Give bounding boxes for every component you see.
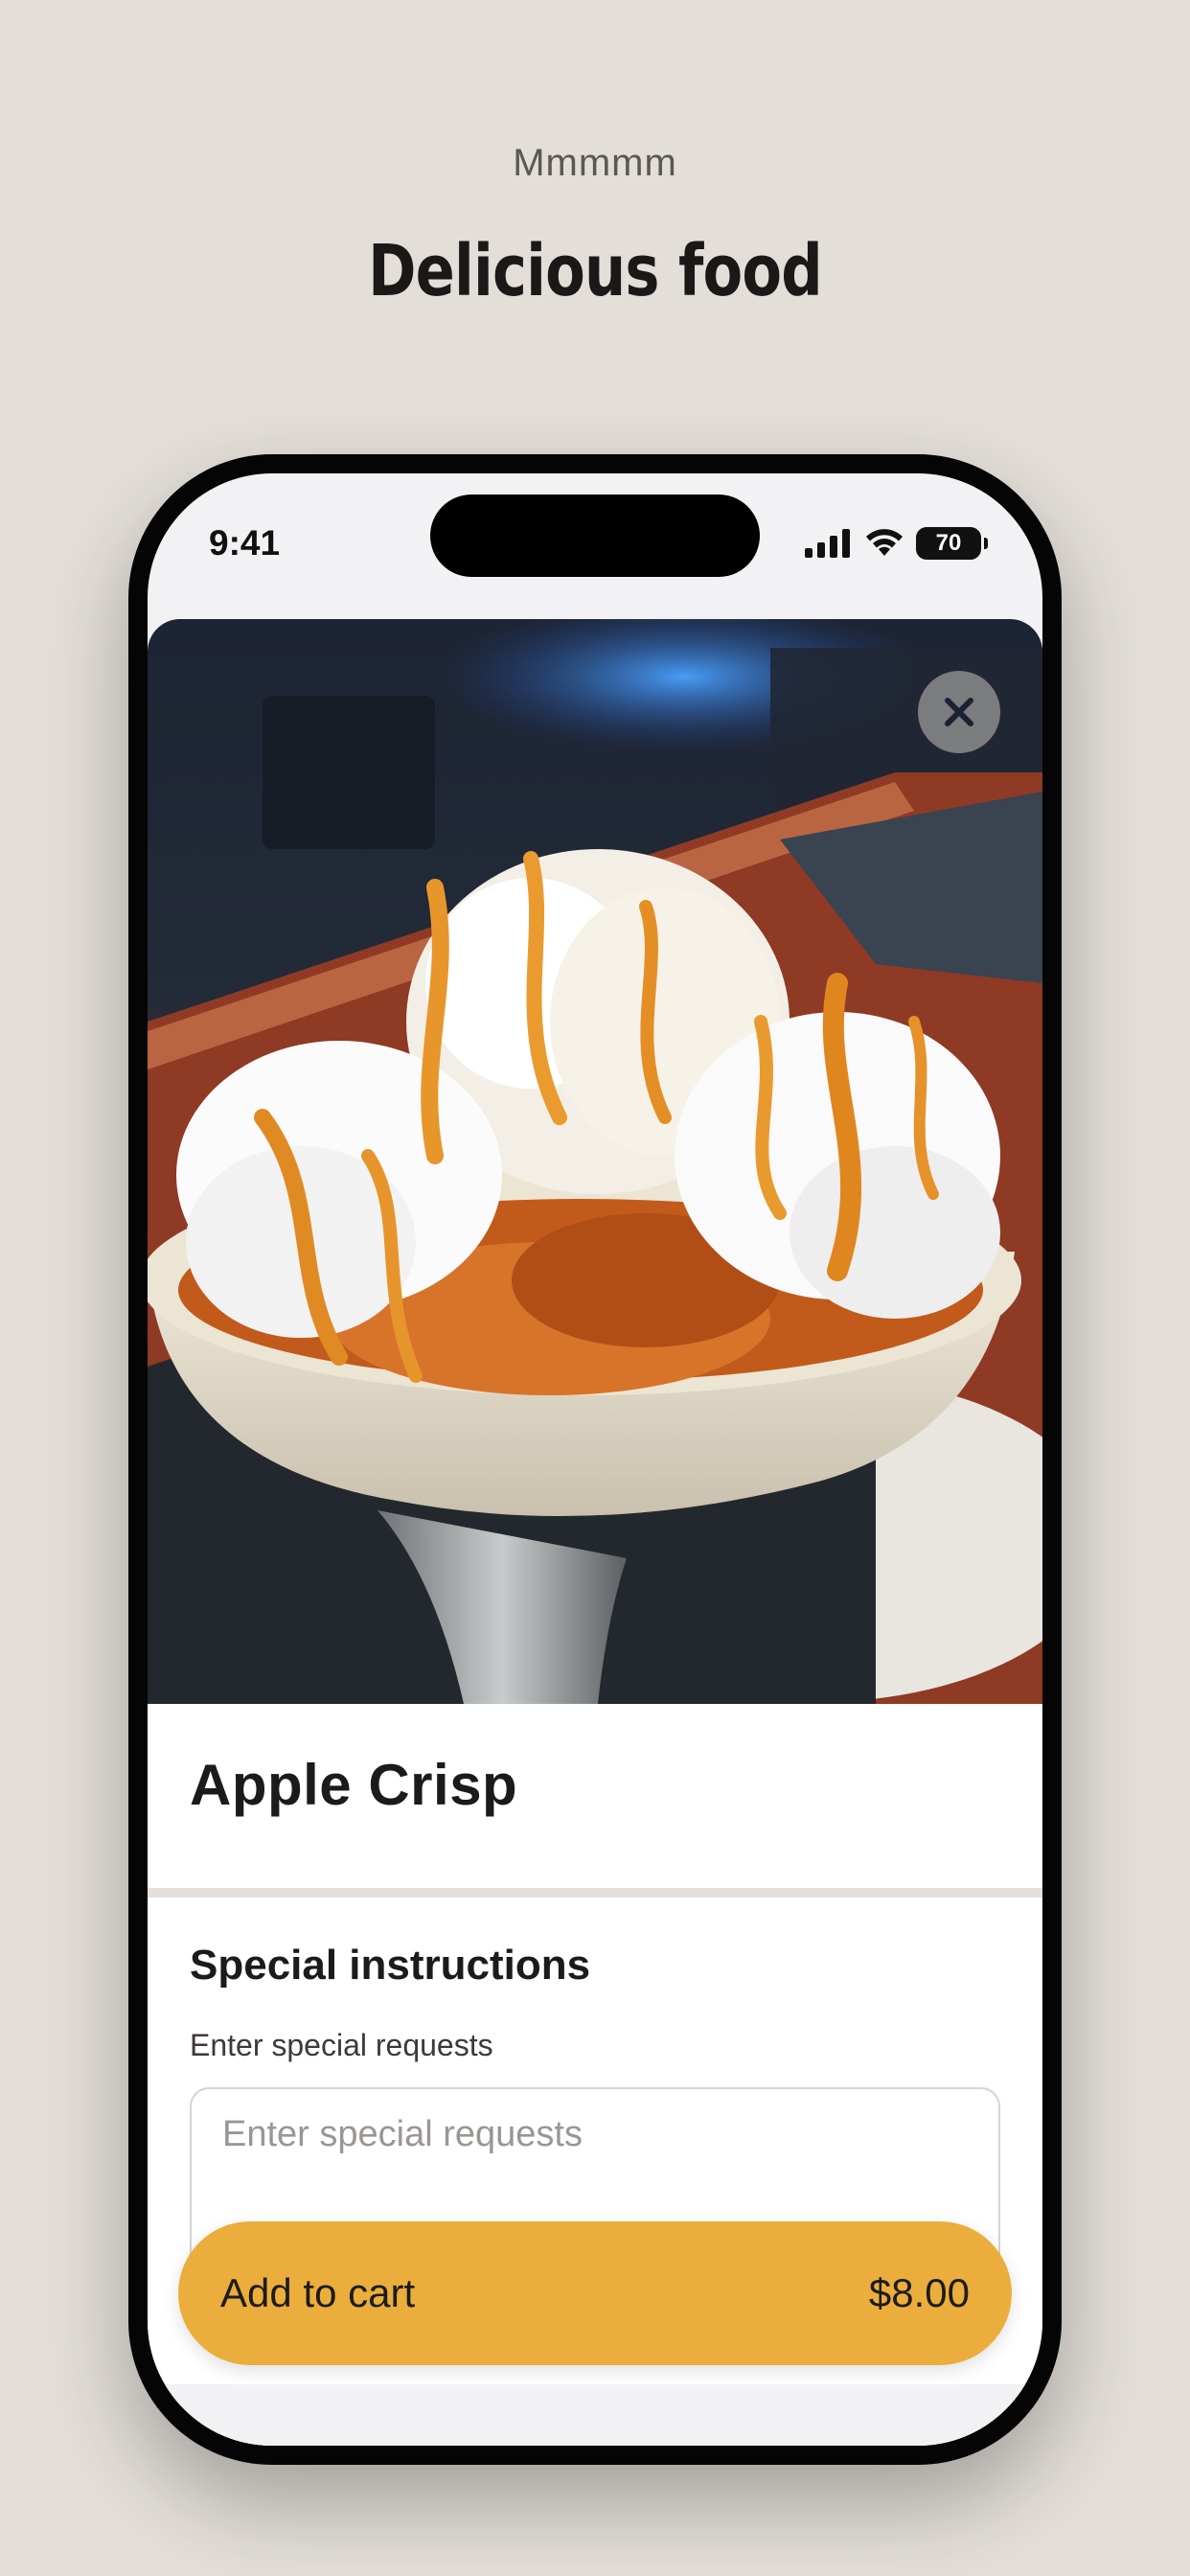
section-divider	[148, 1888, 1042, 1898]
dynamic-island	[430, 494, 760, 577]
close-icon	[945, 698, 973, 726]
wifi-icon	[866, 529, 903, 556]
tagline: Mmmmm	[513, 142, 677, 184]
home-indicator-area	[148, 2384, 1042, 2446]
cart-price: $8.00	[868, 2270, 970, 2315]
headline: Delicious food	[368, 230, 823, 312]
signal-icon	[805, 529, 850, 558]
status-time: 9:41	[209, 523, 281, 563]
special-instructions-subtitle: Enter special requests	[190, 2028, 493, 2062]
add-to-cart-label: Add to cart	[220, 2270, 416, 2315]
item-detail-sheet: Apple Crisp Special instructions Enter s…	[148, 619, 1042, 2446]
status-bar: 9:41 70	[148, 473, 1042, 617]
add-to-cart-button[interactable]: Add to cart $8.00	[178, 2221, 1012, 2365]
battery-level: 70	[935, 530, 962, 556]
status-icons: 70	[805, 527, 988, 560]
battery-icon: 70	[916, 527, 988, 560]
phone-frame: 9:41 70 Apple Crisp Special instructions…	[128, 454, 1062, 2465]
apple-crisp-photo	[148, 619, 1042, 1704]
phone-screen: 9:41 70 Apple Crisp Special instructions…	[148, 473, 1042, 2446]
close-button[interactable]	[918, 671, 1000, 753]
item-title: Apple Crisp	[190, 1753, 518, 1817]
special-instructions-title: Special instructions	[190, 1942, 591, 1989]
